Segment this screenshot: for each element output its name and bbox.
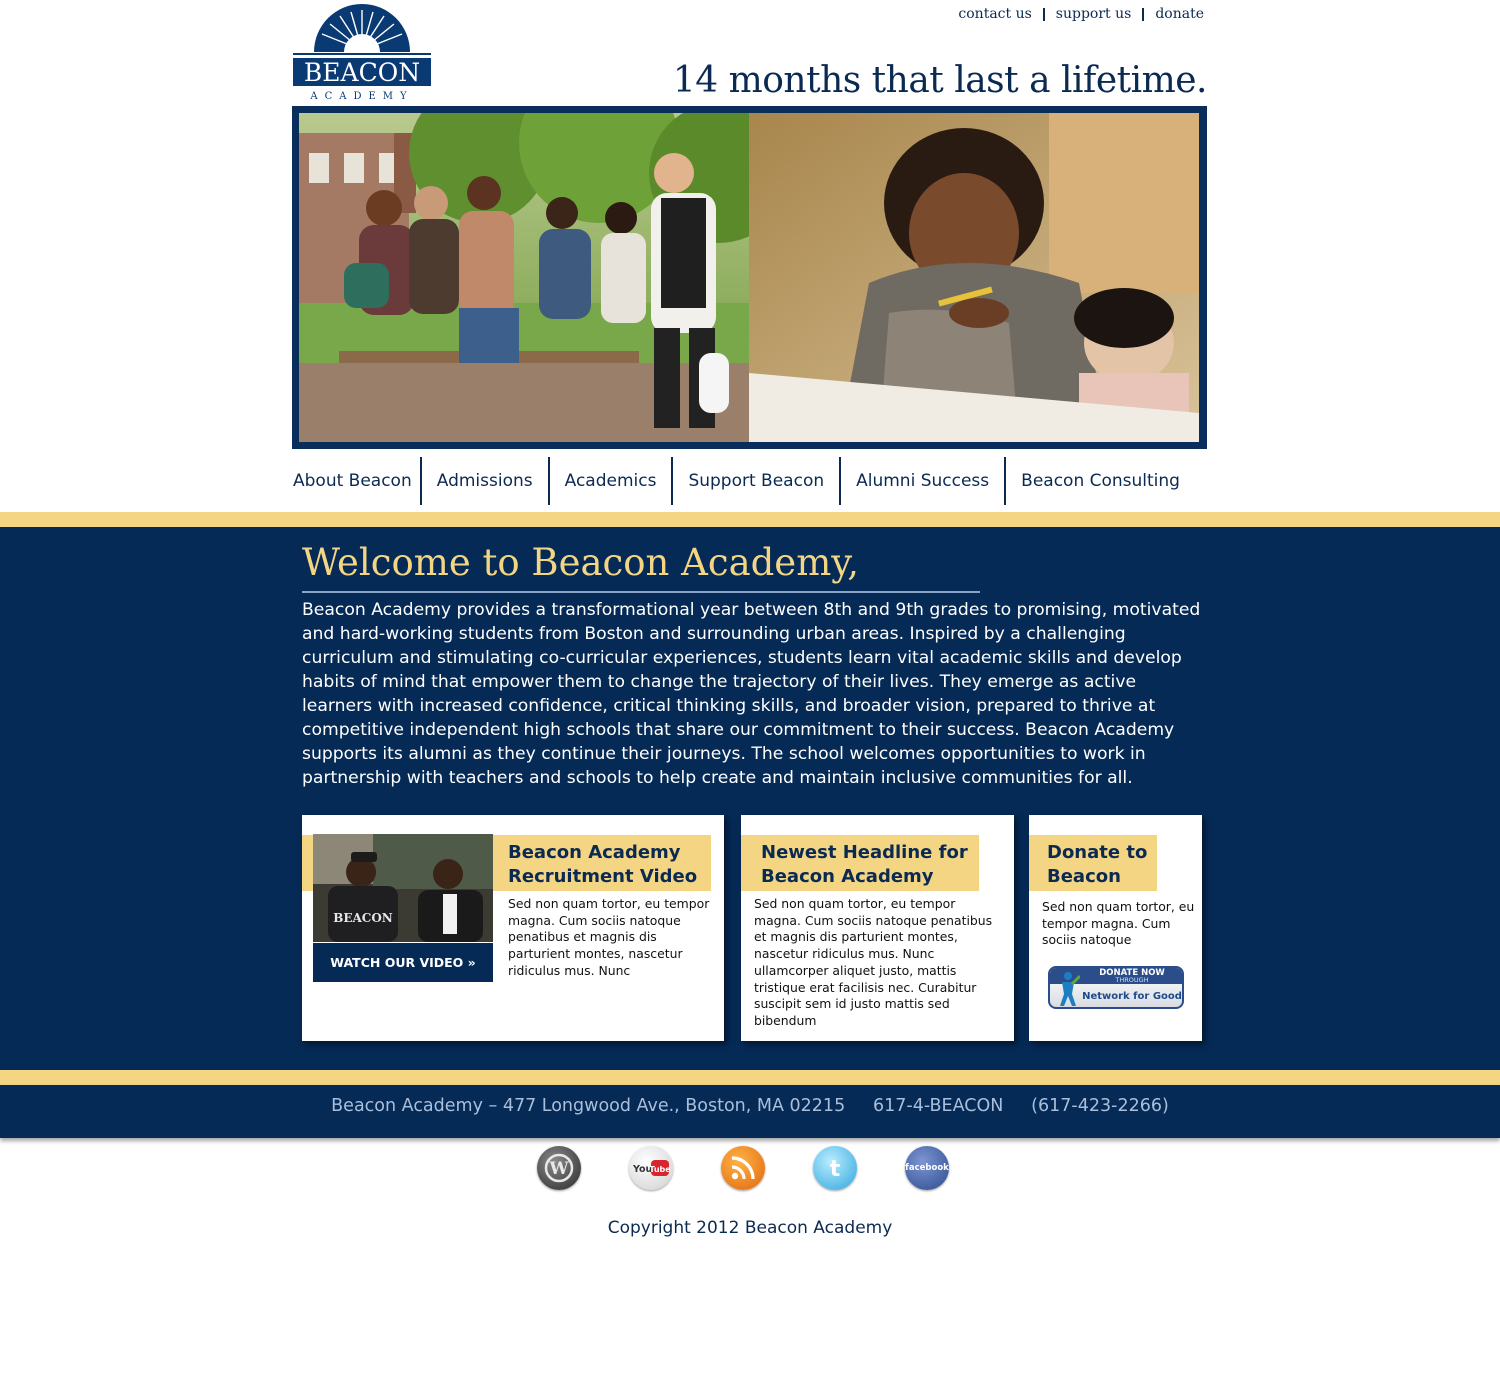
card-title-line: Donate to (1047, 842, 1148, 863)
svg-text:t: t (830, 1157, 841, 1181)
beacon-logo[interactable]: BEACON ACADEMY (292, 4, 432, 102)
twitter-icon[interactable]: t (813, 1146, 857, 1190)
beacon-logo-mark: BEACON ACADEMY (293, 4, 431, 102)
card-title-line: Beacon Academy (508, 842, 681, 863)
badge-line: Network for Good (1082, 991, 1182, 1002)
video-thumbnail[interactable]: BEACON (313, 834, 493, 942)
card-body-text: Sed non quam tortor, eu tempor magna. Cu… (508, 896, 710, 978)
news-card: Newest Headline for Beacon Academy Sed n… (741, 815, 1014, 1041)
footer-address: Beacon Academy – 477 Longwood Ave., Bost… (331, 1096, 1169, 1116)
svg-text:Tube: Tube (649, 1165, 670, 1174)
watch-video-button[interactable]: WATCH OUR VIDEO » (313, 943, 493, 982)
students-outdoors-photo (299, 113, 749, 442)
svg-text:ACADEMY: ACADEMY (309, 91, 413, 102)
card-body-text: Sed non quam tortor, eu tempor magna. Cu… (754, 896, 993, 1028)
gold-divider-bottom (0, 1070, 1500, 1085)
nav-support-beacon[interactable]: Support Beacon (671, 457, 839, 505)
svg-text:BEACON: BEACON (333, 911, 393, 925)
welcome-heading: Welcome to Beacon Academy, (302, 541, 860, 584)
youtube-icon[interactable]: You Tube (629, 1146, 673, 1190)
nav-academics[interactable]: Academics (547, 457, 672, 505)
link-divider (1142, 7, 1145, 21)
svg-text:W: W (548, 1159, 569, 1179)
card-body-text: Sed non quam tortor, eu tempor magna. Cu… (1042, 899, 1195, 948)
donate-now-badge[interactable]: DONATE NOW THROUGH Network for Good (1048, 966, 1184, 1009)
link-divider (1042, 7, 1045, 21)
student-studying-photo (749, 113, 1199, 442)
copyright-text: Copyright 2012 Beacon Academy (607, 1218, 893, 1238)
main-navigation: About Beacon Admissions Academics Suppor… (292, 456, 1195, 506)
video-card: BEACON WATCH OUR VIDEO » Beacon Academy … (302, 815, 724, 1041)
utility-links: contact us support us donate (958, 6, 1204, 22)
facebook-icon[interactable]: facebook (905, 1146, 949, 1190)
card-title-line[interactable]: Beacon Academy (761, 865, 968, 889)
tagline: 14 months that last a lifetime. (672, 60, 1208, 101)
card-title-line: Recruitment Video (508, 866, 698, 887)
hero-banner (292, 106, 1207, 449)
intro-paragraph: Beacon Academy provides a transformation… (302, 600, 1201, 788)
person-icon (1060, 972, 1080, 1006)
svg-text:BEACON: BEACON (304, 58, 420, 87)
nav-about-beacon[interactable]: About Beacon (292, 457, 420, 505)
badge-line: THROUGH (1115, 976, 1149, 984)
contact-us-link[interactable]: contact us (958, 6, 1031, 22)
social-links: W You Tube t facebook (537, 1146, 949, 1190)
gold-divider-top (0, 512, 1500, 527)
nav-admissions[interactable]: Admissions (419, 457, 548, 505)
card-title-line: Beacon (1047, 866, 1121, 887)
donate-link[interactable]: donate (1155, 6, 1204, 22)
card-title-line[interactable]: Newest Headline for (761, 841, 968, 865)
nav-beacon-consulting[interactable]: Beacon Consulting (1004, 457, 1195, 505)
wordpress-icon[interactable]: W (537, 1146, 581, 1190)
support-us-link[interactable]: support us (1056, 6, 1132, 22)
heading-underline (302, 591, 980, 593)
donate-card: Donate to Beacon Sed non quam tortor, eu… (1029, 815, 1202, 1041)
rss-icon[interactable] (721, 1146, 765, 1190)
nav-alumni-success[interactable]: Alumni Success (839, 457, 1004, 505)
